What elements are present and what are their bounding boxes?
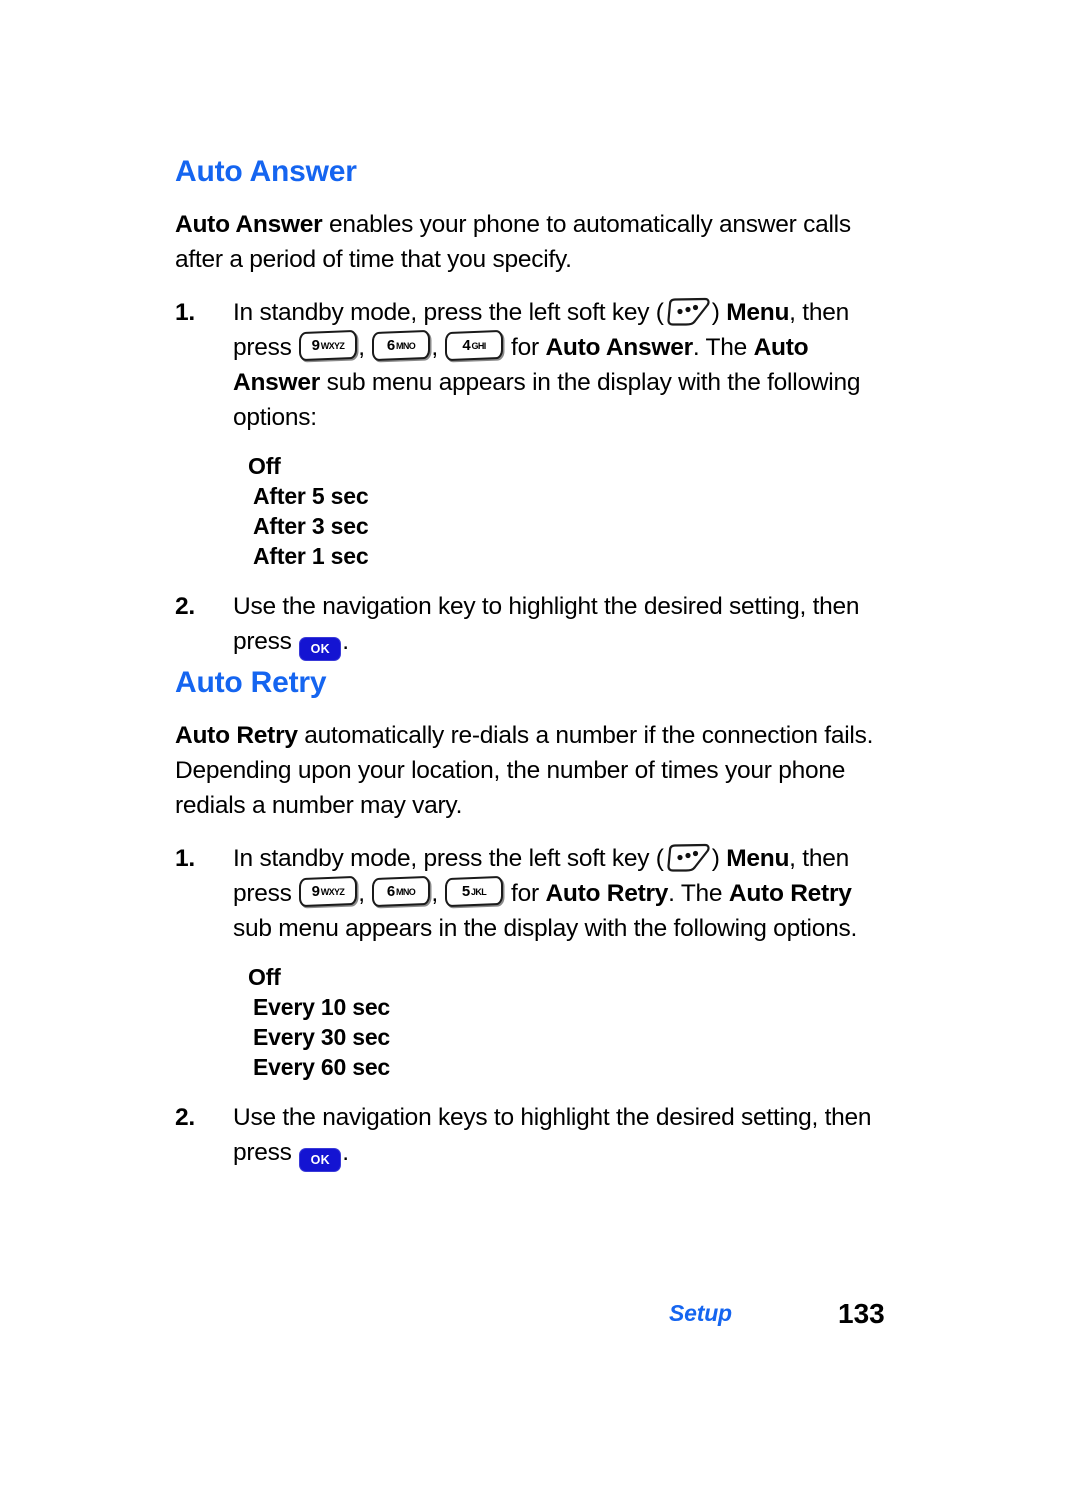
step-text-part: In standby mode, press the left soft key… (233, 845, 664, 872)
key-digit: 9 (311, 883, 320, 900)
menu-label: Menu (726, 299, 790, 326)
page-footer: Setup 133 (175, 1298, 895, 1340)
key-letters: WXYZ (320, 341, 345, 351)
key-digit: 4 (462, 337, 471, 354)
step-text: In standby mode, press the left soft key… (233, 295, 895, 435)
section-heading-auto-retry: Auto Retry (175, 666, 327, 699)
step-text-part: sub menu appears in the display with the… (233, 369, 861, 431)
option-item: After 5 sec (253, 483, 369, 509)
step-text-part: ) (711, 299, 727, 326)
step-text-part: sub menu appears in the display with the… (233, 915, 857, 942)
step-text-part: . (342, 628, 349, 655)
option-item: Every 60 sec (253, 1054, 391, 1080)
option-item: After 1 sec (253, 543, 369, 569)
step-text-part: . (342, 1139, 349, 1166)
ok-key-icon: OK (300, 1149, 341, 1171)
key-letters: MNO (396, 341, 416, 351)
key-digit: 9 (311, 337, 320, 354)
keypad-key-5-icon: 5 JKL (445, 875, 504, 908)
option-item: Every 30 sec (253, 1024, 391, 1050)
step-text-part: In standby mode, press the left soft key… (233, 299, 664, 326)
keypad-key-6-icon: 6 MNO (372, 329, 431, 362)
manual-page: Auto Answer Auto Answer enables your pho… (0, 0, 1080, 1492)
step-text-part: , (431, 880, 445, 907)
key-letters: WXYZ (320, 887, 345, 897)
keypad-key-9-icon: 9 WXYZ (299, 875, 358, 908)
footer-chapter-label: Setup (669, 1300, 732, 1326)
page-content: Auto Answer Auto Answer enables your pho… (175, 155, 895, 1177)
key-letters: MNO (396, 887, 416, 897)
auto-answer-options-list: Off After 5 sec After 3 sec After 1 sec (175, 451, 895, 571)
step-text-part: for (504, 334, 546, 361)
step-text: Use the navigation keys to highlight the… (233, 1100, 895, 1171)
key-digit: 6 (387, 883, 396, 900)
step-text: In standby mode, press the left soft key… (233, 841, 895, 946)
left-soft-key-icon (665, 843, 711, 873)
key-digit: 6 (387, 337, 396, 354)
step-text-part: ) (711, 845, 727, 872)
option-item: Off (248, 453, 281, 479)
feature-name: Auto Answer (545, 334, 693, 361)
step-text-part: . The (692, 334, 754, 361)
feature-name: Auto Retry (728, 880, 852, 907)
left-soft-key-icon (665, 297, 711, 327)
key-digit: 5 (462, 883, 471, 900)
step-item: 1. In standby mode, press the left soft … (175, 295, 895, 435)
intro-lead-term: Auto Answer (175, 211, 323, 238)
keypad-key-4-icon: 4 GHI (445, 329, 504, 362)
step-number: 2. (175, 593, 195, 620)
option-item: After 3 sec (253, 513, 369, 539)
key-letters: GHI (471, 341, 487, 351)
step-text-part: for (504, 880, 546, 907)
step-item: 2. Use the navigation key to highlight t… (175, 589, 895, 660)
menu-label: Menu (726, 845, 790, 872)
footer-page-number: 133 (838, 1298, 885, 1329)
step-text-part: , (431, 334, 445, 361)
auto-retry-options-list: Off Every 10 sec Every 30 sec Every 60 s… (175, 962, 895, 1082)
step-number: 1. (175, 299, 195, 326)
step-text-part: . The (668, 880, 729, 907)
feature-name: Auto Retry (545, 880, 669, 907)
step-text: Use the navigation key to highlight the … (233, 589, 895, 660)
option-item: Every 10 sec (253, 994, 391, 1020)
ok-key-icon: OK (300, 638, 341, 660)
option-item: Off (248, 964, 281, 990)
step-item: 2. Use the navigation keys to highlight … (175, 1100, 895, 1171)
step-number: 1. (175, 845, 195, 872)
intro-lead-term: Auto Retry (175, 722, 298, 749)
section-intro-paragraph: Auto Retry automatically re-dials a numb… (175, 718, 895, 823)
key-letters: JKL (471, 887, 487, 897)
step-text-part: , (358, 880, 372, 907)
step-text-part: , (358, 334, 372, 361)
step-item: 1. In standby mode, press the left soft … (175, 841, 895, 946)
section-intro-paragraph: Auto Answer enables your phone to automa… (175, 207, 895, 277)
step-number: 2. (175, 1104, 195, 1131)
section-heading-auto-answer: Auto Answer (175, 155, 357, 188)
keypad-key-9-icon: 9 WXYZ (299, 329, 358, 362)
keypad-key-6-icon: 6 MNO (372, 875, 431, 908)
